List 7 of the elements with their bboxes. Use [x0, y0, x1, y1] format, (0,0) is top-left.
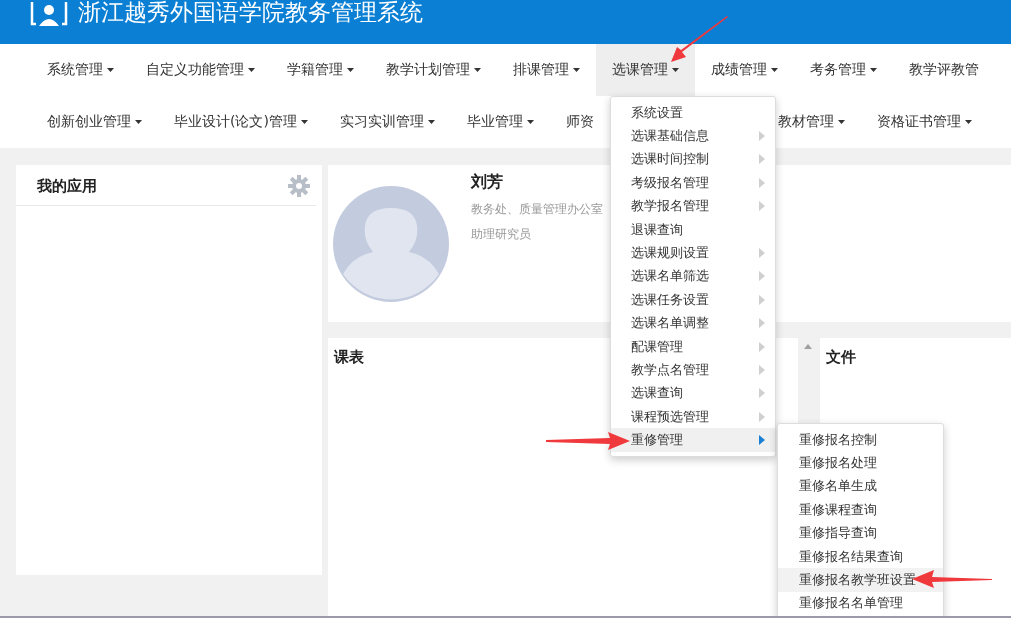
panel-title: 我的应用: [37, 176, 97, 196]
panel-title: 课表: [334, 348, 364, 366]
app-title: 浙江越秀外国语学院教务管理系统: [78, 0, 423, 24]
panel-title: 文件: [826, 348, 856, 366]
user-name: 刘芳: [471, 172, 504, 193]
user-department: 教务处、质量管理办公室: [471, 201, 603, 218]
user-title: 助理研究员: [471, 226, 532, 243]
